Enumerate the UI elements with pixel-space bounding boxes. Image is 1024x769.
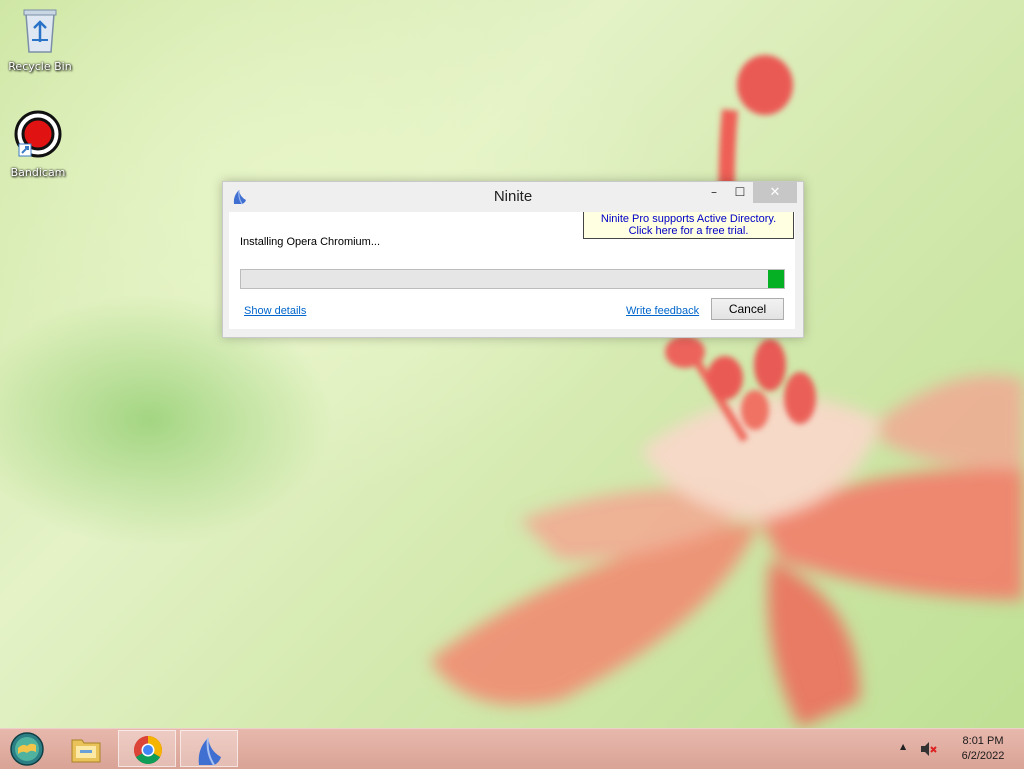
window-content: Ninite Pro supports Active Directory. Cl… [229,212,795,329]
close-button[interactable]: ✕ [753,182,797,203]
desktop-icon-bandicam[interactable]: Bandicam [2,110,74,179]
recycle-bin-icon [23,9,57,53]
taskbar-ninite[interactable] [180,730,238,767]
promo-line-2: Click here for a free trial. [628,225,749,237]
taskbar-clock[interactable]: 8:01 PM 6/2/2022 [948,734,1018,764]
install-progress-bar [240,269,785,289]
taskbar-chrome[interactable] [118,730,176,767]
desktop: Recycle Bin Bandicam [0,0,1024,728]
windows-orb-icon [10,732,44,766]
progress-fill [767,270,784,288]
start-button[interactable] [0,730,54,767]
clock-date: 6/2/2022 [961,750,1005,762]
desktop-icon-label: Recycle Bin [8,60,72,73]
wallpaper-flower [430,55,1024,728]
desktop-icon-recycle-bin[interactable]: Recycle Bin [4,6,76,73]
maximize-button[interactable]: ☐ [727,182,753,203]
taskbar: ▲ 8:01 PM 6/2/2022 [0,728,1024,769]
show-details-link[interactable]: Show details [244,305,306,317]
ninite-pro-promo[interactable]: Ninite Pro supports Active Directory. Cl… [583,212,794,239]
window-titlebar[interactable]: Ninite – ☐ ✕ [223,182,803,212]
clock-time: 8:01 PM [962,735,1004,747]
cancel-button[interactable]: Cancel [711,298,784,320]
ninite-window: Ninite – ☐ ✕ Ninite Pro supports Active … [222,181,804,338]
minimize-button[interactable]: – [701,182,727,203]
write-feedback-link[interactable]: Write feedback [626,305,699,317]
desktop-icon-label: Bandicam [10,166,66,179]
volume-muted-icon[interactable] [920,741,938,757]
ninite-icon [198,737,221,766]
chrome-icon [134,736,162,764]
folder-icon [71,739,101,763]
show-hidden-icons-button[interactable]: ▲ [900,742,906,751]
promo-line-1: Ninite Pro supports Active Directory. [600,213,777,225]
bandicam-icon [14,110,62,158]
taskbar-file-explorer[interactable] [56,730,114,767]
install-status-text: Installing Opera Chromium... [240,236,380,248]
